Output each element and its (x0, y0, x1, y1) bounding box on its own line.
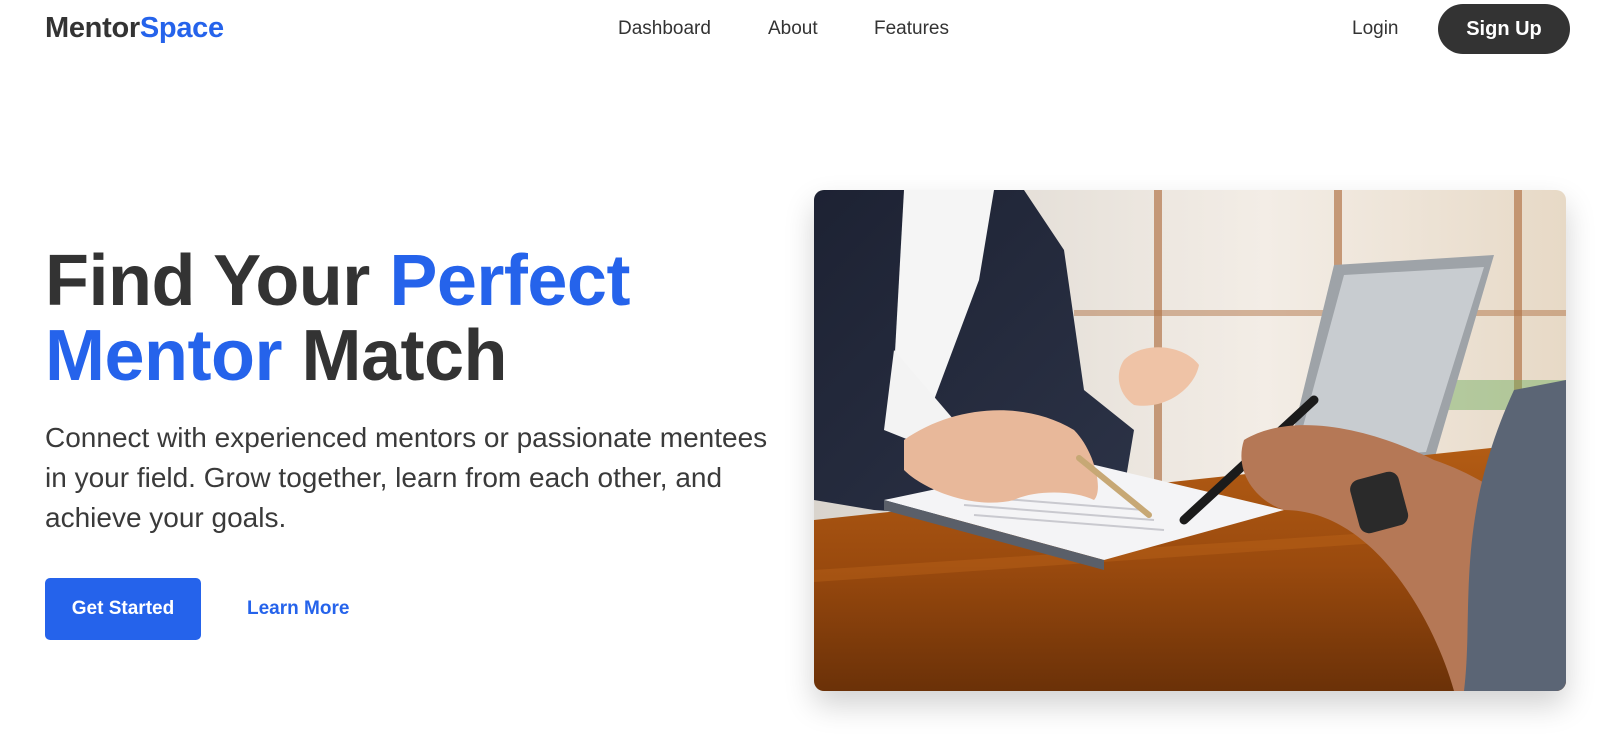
photo-mentoring-meeting-icon (814, 190, 1566, 691)
get-started-button[interactable]: Get Started (45, 578, 201, 640)
hero-title-accent1: Perfect (389, 241, 630, 321)
site-header: MentorSpace Dashboard About Features Log… (0, 0, 1602, 60)
nav-item-dashboard[interactable]: Dashboard (618, 18, 711, 40)
nav-item-about[interactable]: About (768, 18, 818, 40)
nav-item-features[interactable]: Features (874, 18, 949, 40)
signup-button[interactable]: Sign Up (1438, 4, 1570, 54)
login-link[interactable]: Login (1352, 18, 1399, 40)
hero-image (814, 190, 1566, 691)
hero-title: Find Your Perfect Mentor Match (45, 244, 765, 394)
learn-more-link[interactable]: Learn More (247, 598, 349, 620)
hero-title-part1: Find Your (45, 241, 390, 321)
hero-subtitle: Connect with experienced mentors or pass… (45, 422, 768, 533)
hero-title-accent2: Mentor (45, 316, 282, 396)
hero-title-part2: Match (281, 316, 508, 396)
